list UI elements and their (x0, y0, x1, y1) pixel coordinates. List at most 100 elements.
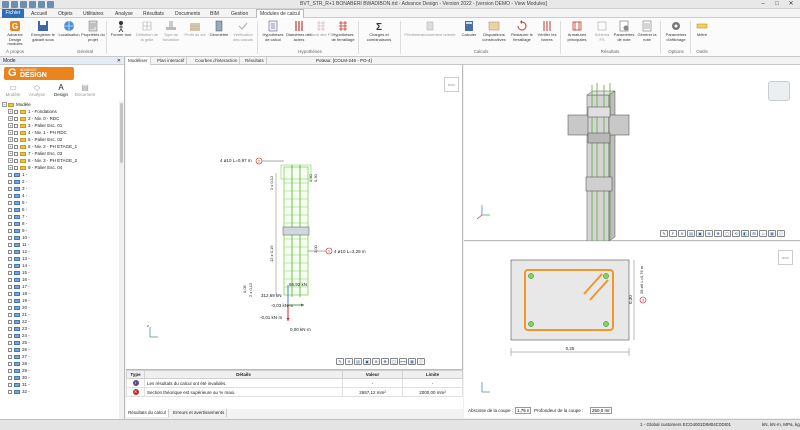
tree-level[interactable]: 26 - (2, 346, 120, 353)
tab-gestion[interactable]: Gestion (228, 10, 251, 18)
fit-icon[interactable]: ▢ (390, 358, 398, 365)
tree-folder[interactable]: +5 - Palier Esc. 02 (2, 136, 120, 143)
tab-modules-de-calcul[interactable]: Modules de calcul (256, 9, 305, 18)
tab-utilitaires[interactable]: Utilitaires (80, 10, 107, 18)
tree-folder[interactable]: +1 - Fondations (2, 108, 120, 115)
tree-level[interactable]: 15 - (2, 269, 120, 276)
pencil-icon[interactable]: ✎ (660, 230, 668, 237)
tree-level[interactable]: 27 - (2, 353, 120, 360)
open-icon[interactable] (20, 1, 27, 8)
tree-level[interactable]: 22 - (2, 318, 120, 325)
checkbox[interactable] (8, 326, 12, 331)
project-properties-button[interactable]: Propriétés du projet (80, 20, 106, 48)
tree-level[interactable]: 6 - (2, 206, 120, 213)
expand-icon[interactable]: + (8, 116, 13, 122)
tree-level[interactable]: 21 - (2, 311, 120, 318)
tree-folder[interactable]: +4 - Niv. 1 - PH RDC (2, 129, 120, 136)
rebar-hypotheses-button[interactable]: Hypothèses de ferraillage (330, 20, 356, 48)
calc-hypotheses-button[interactable]: Hypothèses de calcul (260, 20, 286, 48)
tree-level[interactable]: 1 - (2, 171, 120, 178)
tree-folder[interactable]: +9 - Palier Esc. 04 (2, 164, 120, 171)
elevation-view[interactable]: MIDP 2 4 ø10 L=0,97 m 2 x 0,12 12 x 0,19… (126, 65, 463, 369)
tree-level[interactable]: 32 - (2, 388, 120, 395)
collapse-icon[interactable]: − (2, 102, 7, 108)
constructive-dispositions-button[interactable]: Dispositions constructives (480, 20, 508, 48)
image-icon[interactable]: ▣ (696, 230, 704, 237)
localisation-button[interactable]: Localisation (56, 20, 82, 48)
tree-level[interactable]: 2 - (2, 178, 120, 185)
dimension-icon[interactable]: ⟷ (399, 358, 407, 365)
checkbox[interactable] (8, 354, 12, 359)
col-value[interactable]: Valeur (342, 370, 403, 379)
checkbox[interactable] (8, 291, 12, 296)
info-view-icon[interactable]: ⓘ (417, 358, 425, 365)
checkbox[interactable] (14, 130, 18, 135)
image-icon[interactable]: ▣ (363, 358, 371, 365)
col-details[interactable]: Détails (144, 370, 343, 379)
tree-level[interactable]: 3 - (2, 185, 120, 192)
checkbox[interactable] (8, 228, 12, 233)
info-view-icon[interactable]: ⓘ (777, 230, 785, 237)
minimize-button[interactable]: – (756, 0, 770, 8)
checkbox[interactable] (8, 179, 12, 184)
save-template-button[interactable]: Enregistrer le gabarit sous (30, 20, 56, 48)
3d-view[interactable]: ✎ F ✕ ▤ ▣ ⊕ ✥ ▢ ⟲ ◧ ⊞ ⊥ ▦ ⓘ (464, 65, 800, 241)
maximize-button[interactable]: □ (770, 0, 784, 8)
checkbox[interactable] (8, 270, 12, 275)
soil-profile-button[interactable]: Profil du sol (182, 20, 208, 48)
loads-combinations-button[interactable]: Σ Charges et combinaisons (362, 20, 396, 48)
close-button[interactable]: ✕ (784, 0, 798, 8)
tree-level[interactable]: 16 - (2, 276, 120, 283)
measure-button[interactable]: Métré (692, 20, 712, 48)
checkbox[interactable] (8, 312, 12, 317)
checkbox[interactable] (8, 221, 12, 226)
table-row[interactable]: i Les résultats du calcul ont été invalid… (126, 378, 463, 388)
table-row[interactable]: ✕ Section théorique est supérieure au % m… (126, 387, 463, 397)
generate-note-button[interactable]: Générer la note (636, 20, 658, 48)
tab-objets[interactable]: Objets (55, 10, 75, 18)
zoom-icon[interactable]: ⊕ (372, 358, 380, 365)
redo-icon[interactable] (47, 1, 54, 8)
expand-icon[interactable]: + (8, 158, 13, 164)
tab-errors-warnings[interactable]: Erreurs et avertissements (171, 409, 228, 417)
tree-level[interactable]: 31 - (2, 381, 120, 388)
advance-design-modules-button[interactable]: G Advance Design modules (2, 20, 28, 48)
tab-resultats[interactable]: Résultats (140, 10, 167, 18)
tab-analyse[interactable]: Analyse (112, 10, 136, 18)
display-settings-button[interactable]: Paramètres d'affichage (662, 20, 690, 48)
tab-accueil[interactable]: Accueil (28, 10, 50, 18)
axes-icon[interactable]: ⊥ (759, 230, 767, 237)
checkbox[interactable] (8, 389, 12, 394)
restore-rebar-button[interactable]: Restaurer le ferraillage (508, 20, 536, 48)
checkbox[interactable] (14, 158, 18, 163)
foundation-type-button[interactable]: Type de fondation (158, 20, 184, 48)
section-view[interactable]: MIDP 0,25 0,30 28 ø6 L=0,76 m 3 ✎ ▤ ▣ ⊕ … (464, 242, 800, 418)
tree-folder[interactable]: +8 - Niv. 3 - PH ETAGE_2 (2, 157, 120, 164)
cross-icon[interactable]: ✕ (345, 358, 353, 365)
tree-level[interactable]: 30 - (2, 374, 120, 381)
tree-scrollbar[interactable] (119, 101, 124, 426)
print-icon[interactable]: ▤ (354, 358, 362, 365)
file-button[interactable]: Fichier (2, 9, 24, 18)
tree-level[interactable]: 19 - (2, 297, 120, 304)
note-settings-button[interactable]: Paramètres de note (612, 20, 636, 48)
checkbox[interactable] (8, 172, 12, 177)
checkbox[interactable] (8, 333, 12, 338)
checkbox[interactable] (8, 284, 12, 289)
rotate-icon[interactable]: ⟲ (732, 230, 740, 237)
filter-icon[interactable]: F (669, 230, 677, 237)
checkbox[interactable] (14, 165, 18, 170)
checkbox[interactable] (8, 368, 12, 373)
checkbox[interactable] (8, 200, 12, 205)
mode-document[interactable]: ▤ Document (74, 83, 96, 97)
app-icon[interactable] (2, 1, 9, 8)
checkbox[interactable] (8, 207, 12, 212)
calculate-button[interactable]: Calculer (458, 20, 480, 48)
tab-bim[interactable]: BIM (207, 10, 222, 18)
checkbox[interactable] (14, 144, 18, 149)
checkbox[interactable] (8, 249, 12, 254)
tree-level[interactable]: 13 - (2, 255, 120, 262)
tree-level[interactable]: 25 - (2, 339, 120, 346)
grid-view-icon[interactable]: ▦ (408, 358, 416, 365)
pencil-icon[interactable]: ✎ (336, 358, 344, 365)
